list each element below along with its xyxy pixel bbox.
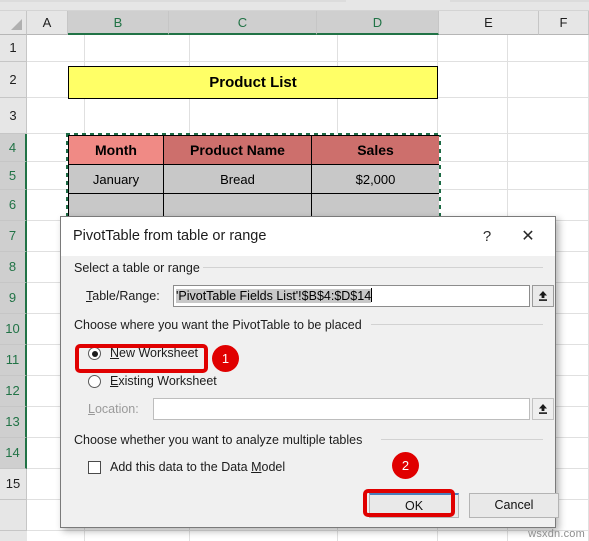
row-header-4[interactable]: 4 <box>0 134 27 162</box>
column-header-b[interactable]: B <box>68 11 169 35</box>
watermark: wsxdn.com <box>528 528 585 540</box>
ok-button[interactable]: OK <box>369 493 459 518</box>
row-header-16[interactable] <box>0 500 27 531</box>
select-all-corner[interactable] <box>0 11 27 35</box>
group-rule-multiple-tables <box>381 439 543 440</box>
dialog-body: Select a table or range Table/Range: 'Pi… <box>61 256 559 527</box>
table-range-input[interactable]: 'PivotTable Fields List'!$B$4:$D$14 <box>173 285 530 307</box>
cancel-button[interactable]: Cancel <box>469 493 559 518</box>
table-range-collapse-dialog-button[interactable] <box>532 285 554 307</box>
table-range-value: 'PivotTable Fields List'!$B$4:$D$14 <box>176 289 372 303</box>
group-rule-select-source <box>203 267 543 268</box>
cell-product-name[interactable]: Bread <box>163 164 312 194</box>
row-header-10[interactable]: 10 <box>0 314 27 345</box>
table-header-row: Month Product Name Sales <box>68 135 440 165</box>
table-header-sales: Sales <box>311 135 440 165</box>
checkbox-add-to-data-model-indicator <box>88 461 101 474</box>
product-list-title-text: Product List <box>209 74 297 91</box>
dialog-titlebar[interactable]: PivotTable from table or range ? ✕ <box>61 217 555 256</box>
annotation-badge-1: 1 <box>212 345 239 372</box>
checkbox-add-to-data-model-label: Add this data to the Data Model <box>110 460 286 474</box>
location-label: Location: <box>88 402 139 416</box>
column-header-c[interactable]: C <box>169 11 317 35</box>
name-box-edge <box>0 0 346 2</box>
text-caret <box>371 288 373 302</box>
row-header-2[interactable]: 2 <box>0 62 27 98</box>
row-header-3[interactable]: 3 <box>0 98 27 134</box>
product-list-table[interactable]: Month Product Name Sales January Bread $… <box>68 135 440 223</box>
pivottable-from-table-or-range-dialog: PivotTable from table or range ? ✕ Selec… <box>60 216 559 528</box>
group-label-multiple-tables: Choose whether you want to analyze multi… <box>74 433 368 447</box>
table-row[interactable]: January Bread $2,000 <box>68 164 440 194</box>
group-label-placement: Choose where you want the PivotTable to … <box>74 318 367 332</box>
collapse-dialog-icon <box>539 291 547 301</box>
row-header-5[interactable]: 5 <box>0 162 27 190</box>
select-all-triangle-icon <box>11 19 22 30</box>
table-header-product-name: Product Name <box>163 135 312 165</box>
row-header-12[interactable]: 12 <box>0 376 27 407</box>
close-icon[interactable]: ✕ <box>515 225 541 249</box>
row-header-9[interactable]: 9 <box>0 283 27 314</box>
column-header-f[interactable]: F <box>539 11 589 35</box>
row-header-13[interactable]: 13 <box>0 407 27 438</box>
radio-new-worksheet-label: New Worksheet <box>110 346 198 360</box>
row-header-8[interactable]: 8 <box>0 252 27 283</box>
collapse-dialog-icon <box>539 404 547 414</box>
row-header-6[interactable]: 6 <box>0 190 27 221</box>
help-icon[interactable]: ? <box>475 225 499 249</box>
table-range-label: Table/Range: <box>86 289 160 303</box>
radio-new-worksheet-indicator <box>88 347 101 360</box>
formula-bar-edge <box>450 0 589 2</box>
row-header-column: 1 2 3 4 5 6 7 8 9 10 11 12 13 14 15 <box>0 35 27 541</box>
radio-existing-worksheet-label: Existing Worksheet <box>110 374 217 388</box>
column-header-a[interactable]: A <box>27 11 68 35</box>
row-header-1[interactable]: 1 <box>0 35 27 62</box>
row-header-11[interactable]: 11 <box>0 345 27 376</box>
location-collapse-dialog-button[interactable] <box>532 398 554 420</box>
group-label-select-source: Select a table or range <box>74 261 205 275</box>
product-list-title-cell[interactable]: Product List <box>68 66 438 99</box>
location-input[interactable] <box>153 398 530 420</box>
annotation-badge-2: 2 <box>392 452 419 479</box>
dialog-title: PivotTable from table or range <box>73 228 267 244</box>
radio-existing-worksheet-indicator <box>88 375 101 388</box>
cell-sales[interactable]: $2,000 <box>311 164 440 194</box>
formula-bar-strip <box>0 0 589 11</box>
column-header-e[interactable]: E <box>439 11 539 35</box>
radio-selected-dot <box>91 350 98 357</box>
row-header-14[interactable]: 14 <box>0 438 27 469</box>
column-header-row: A B C D E F <box>0 11 589 35</box>
group-rule-placement <box>371 324 543 325</box>
row-header-7[interactable]: 7 <box>0 221 27 252</box>
column-header-d[interactable]: D <box>317 11 439 35</box>
table-header-month: Month <box>68 135 164 165</box>
cell-month[interactable]: January <box>68 164 164 194</box>
row-header-15[interactable]: 15 <box>0 469 27 500</box>
